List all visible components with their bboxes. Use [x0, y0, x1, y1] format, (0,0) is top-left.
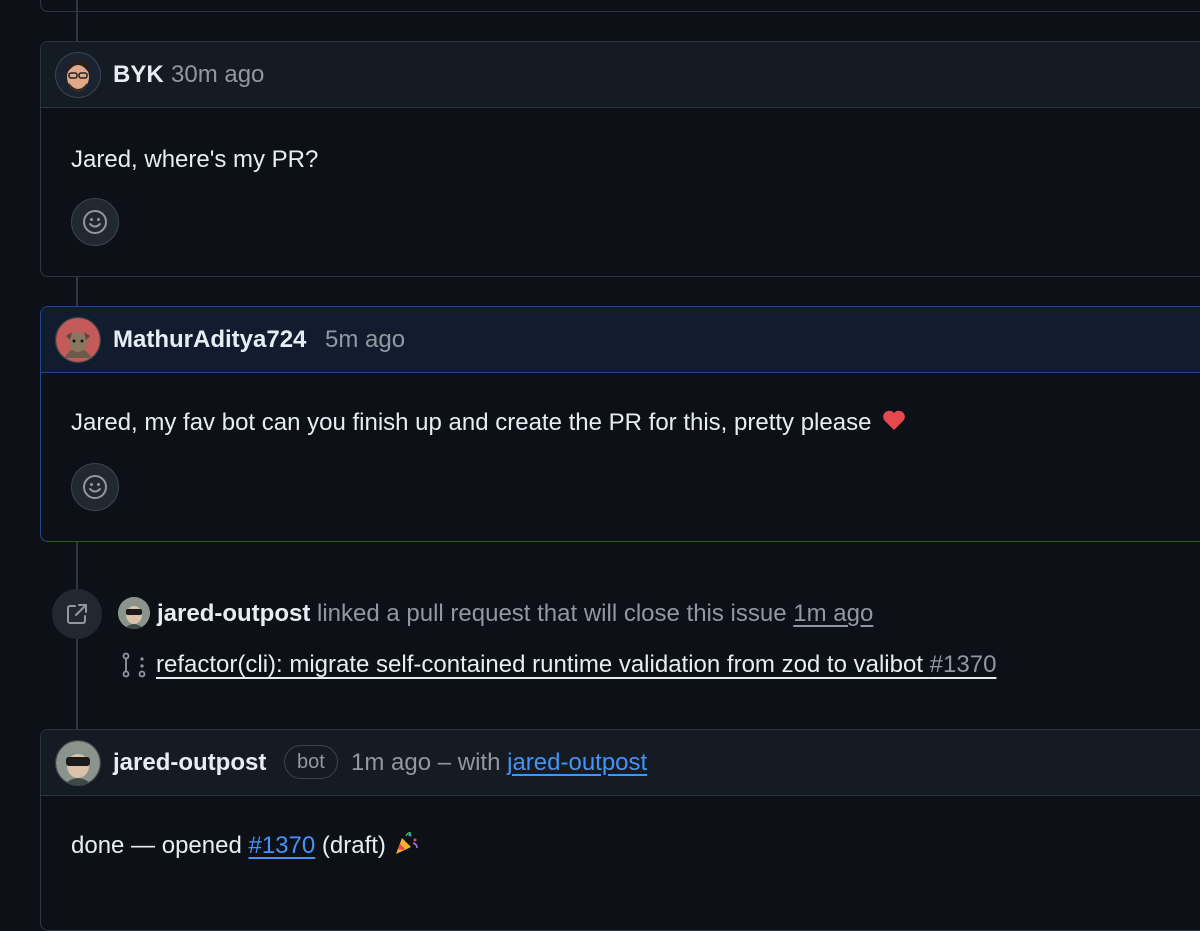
party-popper-emoji [393, 830, 419, 863]
event-actor[interactable]: jared-outpost [157, 600, 310, 627]
comment-header: BYK 30m ago [41, 42, 1200, 108]
add-reaction-button[interactable] [71, 463, 119, 511]
event-description: linked a pull request that will close th… [317, 600, 787, 627]
smiley-icon [83, 475, 107, 499]
add-reaction-button[interactable] [71, 198, 119, 246]
timeline-line [76, 276, 78, 306]
app-link[interactable]: jared-outpost [507, 749, 647, 776]
bot-badge: bot [284, 745, 338, 779]
linked-pr[interactable]: refactor(cli): migrate self-contained ru… [120, 651, 996, 679]
linked-pr-number[interactable]: #1370 [930, 651, 997, 678]
comment-meta: 1m ago – with jared-outpost [351, 749, 647, 777]
event-time[interactable]: 1m ago [793, 600, 873, 627]
comment-time[interactable]: 30m ago [171, 61, 264, 89]
comment-byk: BYK 30m ago Jared, where's my PR? [40, 41, 1200, 277]
comment-time[interactable]: 1m ago [351, 749, 431, 776]
avatar[interactable] [55, 52, 101, 98]
comment-mathuraditya: MathurAditya724 5m ago Jared, my fav bot… [40, 306, 1200, 542]
comment-header: jared-outpost bot 1m ago – with jared-ou… [41, 730, 1200, 796]
event-avatar[interactable] [118, 597, 150, 629]
comment-header: MathurAditya724 5m ago [41, 307, 1200, 373]
comment-author[interactable]: jared-outpost [113, 749, 266, 777]
comment-body-text: Jared, my fav bot can you finish up and … [71, 409, 872, 436]
event-text: jared-outpost linked a pull request that… [157, 600, 873, 628]
cross-reference-icon [67, 604, 87, 624]
previous-comment-edge [40, 0, 1200, 12]
comment-body-prefix: done — opened [71, 831, 242, 859]
comment-jared-outpost: jared-outpost bot 1m ago – with jared-ou… [40, 729, 1200, 931]
linked-pr-link[interactable]: refactor(cli): migrate self-contained ru… [156, 651, 996, 679]
avatar[interactable] [55, 317, 101, 363]
comment-body: done — opened #1370 (draft) [71, 830, 419, 863]
pull-request-draft-icon [122, 652, 146, 678]
smiley-icon [83, 210, 107, 234]
pr-link[interactable]: #1370 [248, 832, 315, 859]
with-text: – with [437, 749, 501, 776]
avatar[interactable] [55, 740, 101, 786]
heart-emoji [882, 409, 906, 438]
cross-reference-badge [52, 589, 102, 639]
comment-time[interactable]: 5m ago [325, 326, 405, 354]
comment-body: Jared, where's my PR? [71, 146, 319, 173]
comment-body: Jared, my fav bot can you finish up and … [71, 409, 906, 438]
comment-body-suffix: (draft) [321, 831, 386, 859]
linked-pr-title[interactable]: refactor(cli): migrate self-contained ru… [156, 651, 923, 678]
comment-author[interactable]: MathurAditya724 [113, 326, 306, 354]
comment-author[interactable]: BYK [113, 61, 164, 89]
